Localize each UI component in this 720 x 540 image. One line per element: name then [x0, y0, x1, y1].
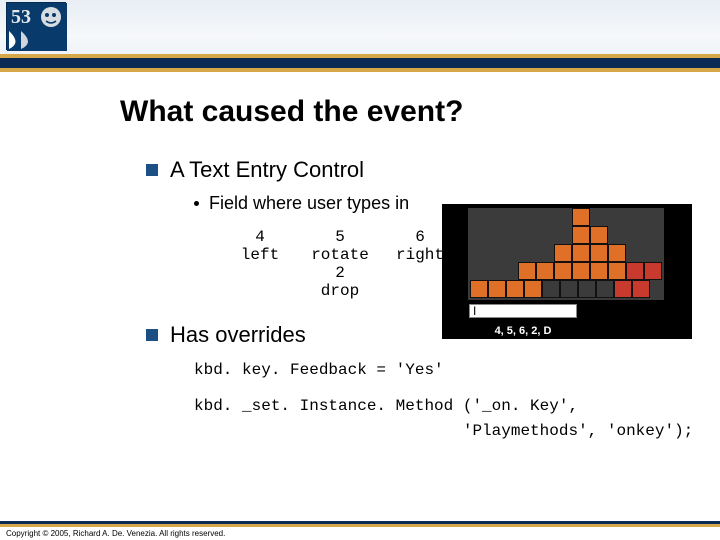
block — [518, 262, 536, 280]
inset-caption: 4, 5, 6, 2, D — [469, 325, 577, 337]
slide-title: What caused the event? — [120, 95, 700, 129]
block — [542, 280, 560, 298]
block — [590, 226, 608, 244]
key-5: 5 — [300, 228, 380, 246]
code-line-1: kbd. key. Feedback = 'Yes' — [194, 358, 700, 384]
block — [596, 280, 614, 298]
key-empty3 — [220, 282, 300, 300]
block — [470, 280, 488, 298]
block — [560, 280, 578, 298]
block — [626, 262, 644, 280]
logo: 53 — [6, 2, 66, 50]
copyright: Copyright © 2005, Richard A. De. Venezia… — [6, 529, 225, 538]
block — [572, 244, 590, 262]
bullet-1: A Text Entry Control — [146, 157, 700, 183]
bullet-1-text: A Text Entry Control — [170, 157, 364, 183]
square-bullet-icon — [146, 164, 158, 176]
key-empty1 — [220, 264, 300, 282]
key-4: 4 — [220, 228, 300, 246]
block — [632, 280, 650, 298]
block — [608, 262, 626, 280]
dot-bullet-icon — [194, 201, 199, 206]
block — [590, 244, 608, 262]
key-2: 2 — [300, 264, 380, 282]
text-entry-field[interactable]: I — [469, 304, 577, 318]
svg-text:53: 53 — [11, 6, 31, 28]
sub-bullet-text: Field where user types in — [209, 193, 409, 214]
tetris-board — [468, 208, 664, 300]
code-line-2: kbd. _set. Instance. Method ('_on. Key',… — [194, 394, 700, 445]
header-bar: 53 — [0, 0, 720, 72]
block — [536, 262, 554, 280]
block — [590, 262, 608, 280]
key-left: left — [220, 246, 300, 264]
bullet-2-text: Has overrides — [170, 322, 306, 348]
header-accent — [0, 54, 720, 72]
block — [572, 208, 590, 226]
block — [608, 244, 626, 262]
block — [554, 244, 572, 262]
footer-accent-gold — [0, 524, 720, 527]
block — [578, 280, 596, 298]
block — [554, 262, 572, 280]
tetris-inset: I 4, 5, 6, 2, D — [442, 204, 692, 339]
text-cursor-icon: I — [473, 306, 474, 316]
block — [524, 280, 542, 298]
block — [488, 280, 506, 298]
key-drop: drop — [300, 282, 380, 300]
key-rotate: rotate — [300, 246, 380, 264]
block — [506, 280, 524, 298]
block — [644, 262, 662, 280]
block — [614, 280, 632, 298]
block — [572, 262, 590, 280]
square-bullet-icon — [146, 329, 158, 341]
block — [572, 226, 590, 244]
